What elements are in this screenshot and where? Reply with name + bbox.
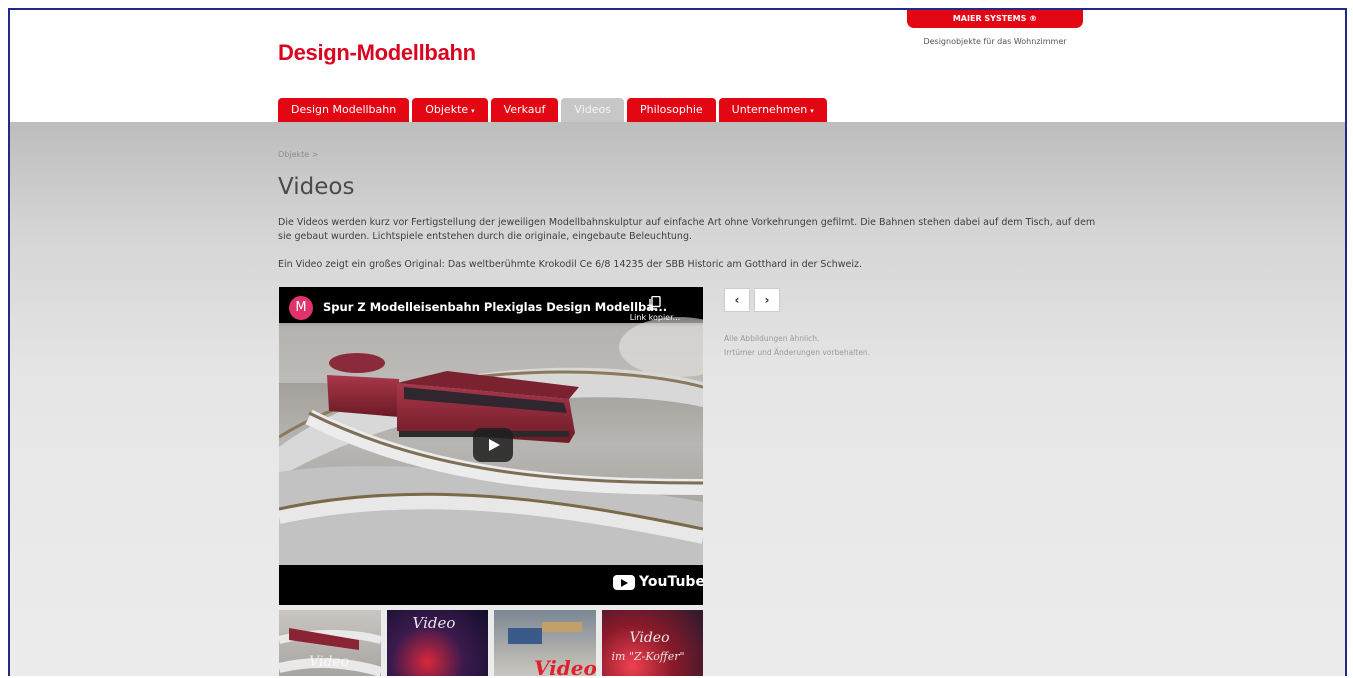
copy-link-button[interactable]: Link kopier... (625, 295, 685, 322)
intro-text-2: Ein Video zeigt ein großes Original: Das… (278, 259, 862, 270)
nav-tab-design-modellbahn[interactable]: Design Modellbahn (278, 98, 410, 122)
thumbnail-sublabel: im "Z-Koffer" (611, 650, 685, 663)
video-thumbnail[interactable]: Video (494, 610, 596, 676)
youtube-play-icon (613, 574, 635, 590)
nav-tab-videos[interactable]: Videos (561, 98, 624, 122)
channel-avatar[interactable]: M (289, 296, 313, 320)
nav-tab-philosophie[interactable]: Philosophie (626, 98, 716, 122)
nav-tab-label: Philosophie (639, 103, 703, 116)
disclaimer-line: Alle Abbildungen ähnlich. (724, 334, 820, 343)
youtube-logo[interactable]: YouTube (613, 574, 703, 590)
next-button[interactable]: › (754, 288, 780, 312)
play-button[interactable] (473, 428, 513, 462)
site-header: Design-Modellbahn MAIER SYSTEMS ® Design… (10, 10, 1345, 122)
youtube-label: YouTube (639, 574, 703, 590)
site-title[interactable]: Design-Modellbahn (278, 40, 476, 66)
nav-tab-label: Unternehmen (731, 103, 808, 116)
intro-text: Die Videos werden kurz vor Fertigstellun… (278, 217, 1096, 242)
brand-badge[interactable]: MAIER SYSTEMS ® (907, 10, 1083, 28)
nav-tab-label: Videos (574, 103, 611, 116)
video-player[interactable]: M Spur Z Modelleisenbahn Plexiglas Desig… (279, 287, 703, 605)
disclaimer-line: Irrtümer und Änderungen vorbehalten. (724, 348, 870, 357)
page-title: Videos (278, 174, 355, 200)
main-nav: Design Modellbahn Objekte ▾ Verkauf Video… (278, 98, 827, 122)
thumbnail-label: Video (629, 630, 670, 646)
gallery-pager: ‹ › (724, 288, 780, 312)
nav-tab-verkauf[interactable]: Verkauf (490, 98, 559, 122)
copy-icon (625, 295, 685, 313)
nav-tab-label: Design Modellbahn (291, 103, 397, 116)
thumbnail-label: Video (412, 614, 456, 632)
nav-tab-objekte[interactable]: Objekte ▾ (412, 98, 488, 122)
video-thumbnail[interactable]: Video (279, 610, 381, 676)
disclaimer: Alle Abbildungen ähnlich. Irrtümer und Ä… (724, 332, 870, 360)
video-thumbnail[interactable]: Video im "Z-Koffer" (601, 610, 703, 676)
video-title[interactable]: Spur Z Modelleisenbahn Plexiglas Design … (323, 300, 667, 314)
chevron-down-icon: ▾ (810, 107, 814, 115)
nav-tab-label: Objekte (425, 103, 469, 116)
chevron-down-icon: ▾ (471, 107, 475, 115)
video-thumbnails: Video Video Video Video im "Z-Koffer" (279, 610, 703, 676)
nav-tab-unternehmen[interactable]: Unternehmen ▾ (718, 98, 827, 122)
page-frame: Design-Modellbahn MAIER SYSTEMS ® Design… (8, 8, 1347, 676)
nav-tab-label: Verkauf (503, 103, 546, 116)
video-thumbnail[interactable]: Video (386, 610, 488, 676)
tagline: Designobjekte für das Wohnzimmer (923, 37, 1067, 46)
copy-link-label: Link kopier... (629, 313, 681, 322)
breadcrumb[interactable]: Objekte > (278, 150, 318, 159)
thumbnail-label: Video (534, 656, 596, 676)
main-content: Objekte > Videos Die Videos werden kurz … (10, 122, 1345, 676)
thumbnail-label: Video (309, 654, 350, 670)
prev-button[interactable]: ‹ (724, 288, 750, 312)
